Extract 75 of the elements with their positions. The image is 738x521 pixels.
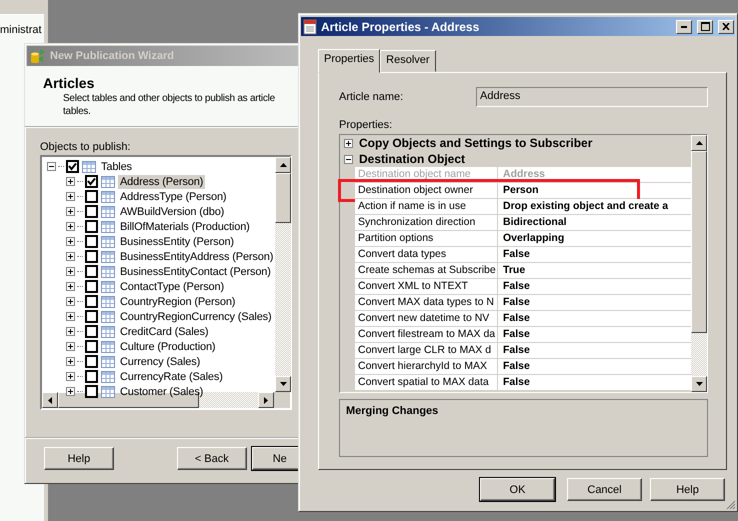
property-value[interactable]: Person bbox=[498, 183, 539, 198]
tab[interactable]: Resolver bbox=[380, 50, 436, 72]
tree-item[interactable]: Customer (Sales) bbox=[118, 384, 206, 398]
property-value[interactable]: False bbox=[498, 343, 530, 358]
property-row[interactable]: Partition options Overlapping bbox=[355, 231, 691, 247]
tree-item[interactable]: BusinessEntityAddress (Person) bbox=[118, 250, 276, 264]
dialog-button[interactable]: < Back bbox=[176, 447, 247, 470]
property-row[interactable]: Convert spatial to MAX data False bbox=[355, 375, 691, 391]
tree-item[interactable]: BusinessEntity (Person) bbox=[118, 234, 236, 248]
field-label: Properties: bbox=[339, 119, 394, 131]
tree-item[interactable]: CurrencyRate (Sales) bbox=[118, 370, 225, 384]
property-name[interactable]: Convert filestream to MAX da bbox=[355, 327, 498, 342]
property-row[interactable]: Convert filestream to MAX da False bbox=[355, 327, 691, 343]
property-name[interactable]: Convert hierarchyId to MAX bbox=[355, 359, 498, 374]
property-row[interactable]: Convert hierarchyId to MAX False bbox=[355, 359, 691, 375]
property-value[interactable]: Bidirectional bbox=[498, 215, 567, 230]
tab[interactable]: Properties bbox=[318, 49, 380, 73]
property-name[interactable]: Convert spatial to MAX data bbox=[355, 375, 498, 390]
property-name[interactable]: Convert data types bbox=[355, 247, 498, 262]
property-row[interactable]: Convert new datetime to NV False bbox=[355, 311, 691, 327]
property-value[interactable]: False bbox=[498, 359, 530, 374]
property-name[interactable]: Action if name is in use bbox=[355, 199, 498, 214]
window-text: ministrat bbox=[0, 24, 43, 36]
property-row[interactable]: Action if name is in use Drop existing object and create a bbox=[355, 199, 691, 215]
tree-item[interactable]: BillOfMaterials (Production) bbox=[118, 220, 252, 234]
property-row[interactable]: Synchronization direction Bidirectional bbox=[355, 215, 691, 231]
property-name[interactable]: Partition options bbox=[355, 231, 498, 246]
dialog-button[interactable]: Help bbox=[650, 478, 725, 501]
tree-item[interactable]: Currency (Sales) bbox=[118, 354, 202, 368]
tree-item[interactable]: CountryRegionCurrency (Sales) bbox=[118, 310, 274, 324]
page-description: Select tables and other objects to publish as article bbox=[62, 92, 276, 105]
property-name[interactable]: Synchronization direction bbox=[355, 215, 498, 230]
tree-item[interactable]: AddressType (Person) bbox=[118, 190, 228, 204]
property-row[interactable]: Convert MAX data types to N False bbox=[355, 295, 691, 311]
property-row[interactable]: Convert XML to NTEXT False bbox=[355, 279, 691, 295]
page-description: tables. bbox=[62, 105, 92, 118]
property-name[interactable]: Create schemas at Subscribe bbox=[355, 263, 498, 278]
property-value[interactable]: False bbox=[498, 375, 530, 390]
tree-item[interactable]: BusinessEntityContact (Person) bbox=[118, 264, 273, 278]
property-name[interactable]: Convert MAX data types to N bbox=[355, 295, 498, 310]
property-value[interactable]: True bbox=[498, 263, 526, 278]
property-value[interactable]: Drop existing object and create a bbox=[498, 199, 668, 214]
dialog-button[interactable]: OK bbox=[480, 478, 555, 501]
property-name[interactable]: Convert new datetime to NV bbox=[355, 311, 498, 326]
tree-item[interactable]: CreditCard (Sales) bbox=[118, 324, 210, 338]
window-title: Article Properties - Address bbox=[321, 20, 480, 34]
tree-item[interactable]: Culture (Production) bbox=[118, 340, 218, 354]
tree-item[interactable]: ContactType (Person) bbox=[118, 280, 226, 294]
property-name[interactable]: Convert large CLR to MAX d bbox=[355, 343, 498, 358]
field-label: Objects to publish: bbox=[40, 141, 132, 153]
window-title: New Publication Wizard bbox=[50, 50, 174, 62]
category-heading: Copy Objects and Settings to Subscriber bbox=[359, 136, 592, 150]
description-title: Merging Changes bbox=[339, 399, 708, 457]
tree-item[interactable]: CountryRegion (Person) bbox=[118, 294, 238, 308]
property-value[interactable]: False bbox=[498, 247, 530, 262]
tree-item[interactable]: Tables bbox=[99, 160, 134, 174]
property-value[interactable]: False bbox=[498, 327, 530, 342]
page-heading: Articles bbox=[43, 74, 96, 92]
property-value[interactable]: False bbox=[498, 295, 530, 310]
tree-item[interactable]: AWBuildVersion (dbo) bbox=[118, 204, 226, 218]
tree-item[interactable]: Address (Person) bbox=[118, 174, 206, 188]
article-name-field[interactable]: Address bbox=[476, 87, 708, 107]
dialog-button[interactable]: Cancel bbox=[567, 478, 642, 501]
property-name[interactable]: Destination object owner bbox=[355, 183, 498, 198]
property-value[interactable]: False bbox=[498, 279, 530, 294]
property-row[interactable]: Destination object owner Person bbox=[355, 183, 691, 199]
property-row[interactable]: Convert large CLR to MAX d False bbox=[355, 343, 691, 359]
property-row[interactable]: Create schemas at Subscribe True bbox=[355, 263, 691, 279]
dialog-button[interactable]: Help bbox=[44, 447, 114, 470]
property-value[interactable]: False bbox=[498, 311, 530, 326]
property-row[interactable]: Convert data types False bbox=[355, 247, 691, 263]
field-label: Article name: bbox=[339, 91, 404, 103]
category-heading: Destination Object bbox=[359, 152, 466, 166]
property-value[interactable]: Overlapping bbox=[498, 231, 564, 246]
property-name[interactable]: Convert XML to NTEXT bbox=[355, 279, 498, 294]
